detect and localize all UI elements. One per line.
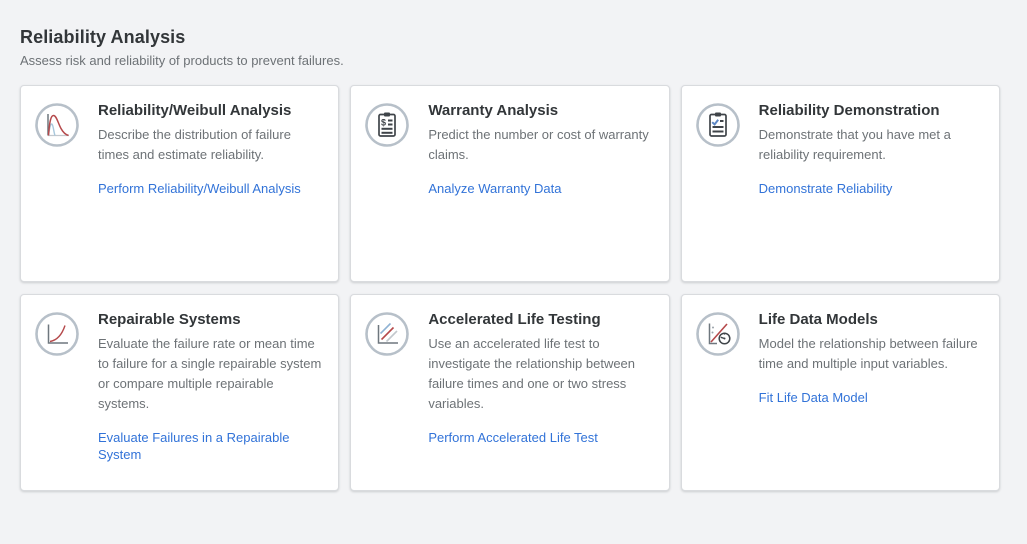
evaluate-failures-repairable-system-link[interactable]: Evaluate Failures in a Repairable System [98, 429, 322, 463]
demonstration-clipboard-check-icon [696, 103, 740, 147]
page-title: Reliability Analysis [20, 27, 1000, 48]
card-description: Describe the distribution of failure tim… [98, 125, 322, 165]
card-accelerated-life-testing: Accelerated Life Testing Use an accelera… [350, 294, 669, 491]
fit-life-data-model-link[interactable]: Fit Life Data Model [759, 389, 868, 406]
repairable-growth-curve-icon [35, 312, 79, 356]
card-title: Life Data Models [759, 310, 983, 329]
analysis-card-grid: Reliability/Weibull Analysis Describe th… [20, 85, 1000, 491]
card-description: Demonstrate that you have met a reliabil… [759, 125, 983, 165]
card-title: Reliability Demonstration [759, 101, 983, 120]
card-title: Repairable Systems [98, 310, 322, 329]
card-description: Model the relationship between failure t… [759, 334, 983, 374]
reliability-analysis-page: Reliability Analysis Assess risk and rel… [0, 0, 1027, 491]
demonstrate-reliability-link[interactable]: Demonstrate Reliability [759, 180, 893, 197]
life-data-gauge-plot-icon [696, 312, 740, 356]
perform-accelerated-life-test-link[interactable]: Perform Accelerated Life Test [428, 429, 598, 446]
page-subtitle: Assess risk and reliability of products … [20, 53, 1000, 68]
card-life-data-models: Life Data Models Model the relationship … [681, 294, 1000, 491]
card-reliability-weibull-analysis: Reliability/Weibull Analysis Describe th… [20, 85, 339, 282]
perform-reliability-weibull-analysis-link[interactable]: Perform Reliability/Weibull Analysis [98, 180, 301, 197]
card-title: Reliability/Weibull Analysis [98, 101, 322, 120]
card-warranty-analysis: $ Warranty Analysis Predict the number o… [350, 85, 669, 282]
svg-text:$: $ [381, 118, 386, 128]
card-reliability-demonstration: Reliability Demonstration Demonstrate th… [681, 85, 1000, 282]
card-title: Accelerated Life Testing [428, 310, 652, 329]
accelerated-probability-lines-icon [365, 312, 409, 356]
analyze-warranty-data-link[interactable]: Analyze Warranty Data [428, 180, 561, 197]
card-description: Use an accelerated life test to investig… [428, 334, 652, 414]
card-title: Warranty Analysis [428, 101, 652, 120]
card-description: Predict the number or cost of warranty c… [428, 125, 652, 165]
card-description: Evaluate the failure rate or mean time t… [98, 334, 322, 414]
card-repairable-systems: Repairable Systems Evaluate the failure … [20, 294, 339, 491]
weibull-distribution-icon [35, 103, 79, 147]
warranty-clipboard-dollar-icon: $ [365, 103, 409, 147]
